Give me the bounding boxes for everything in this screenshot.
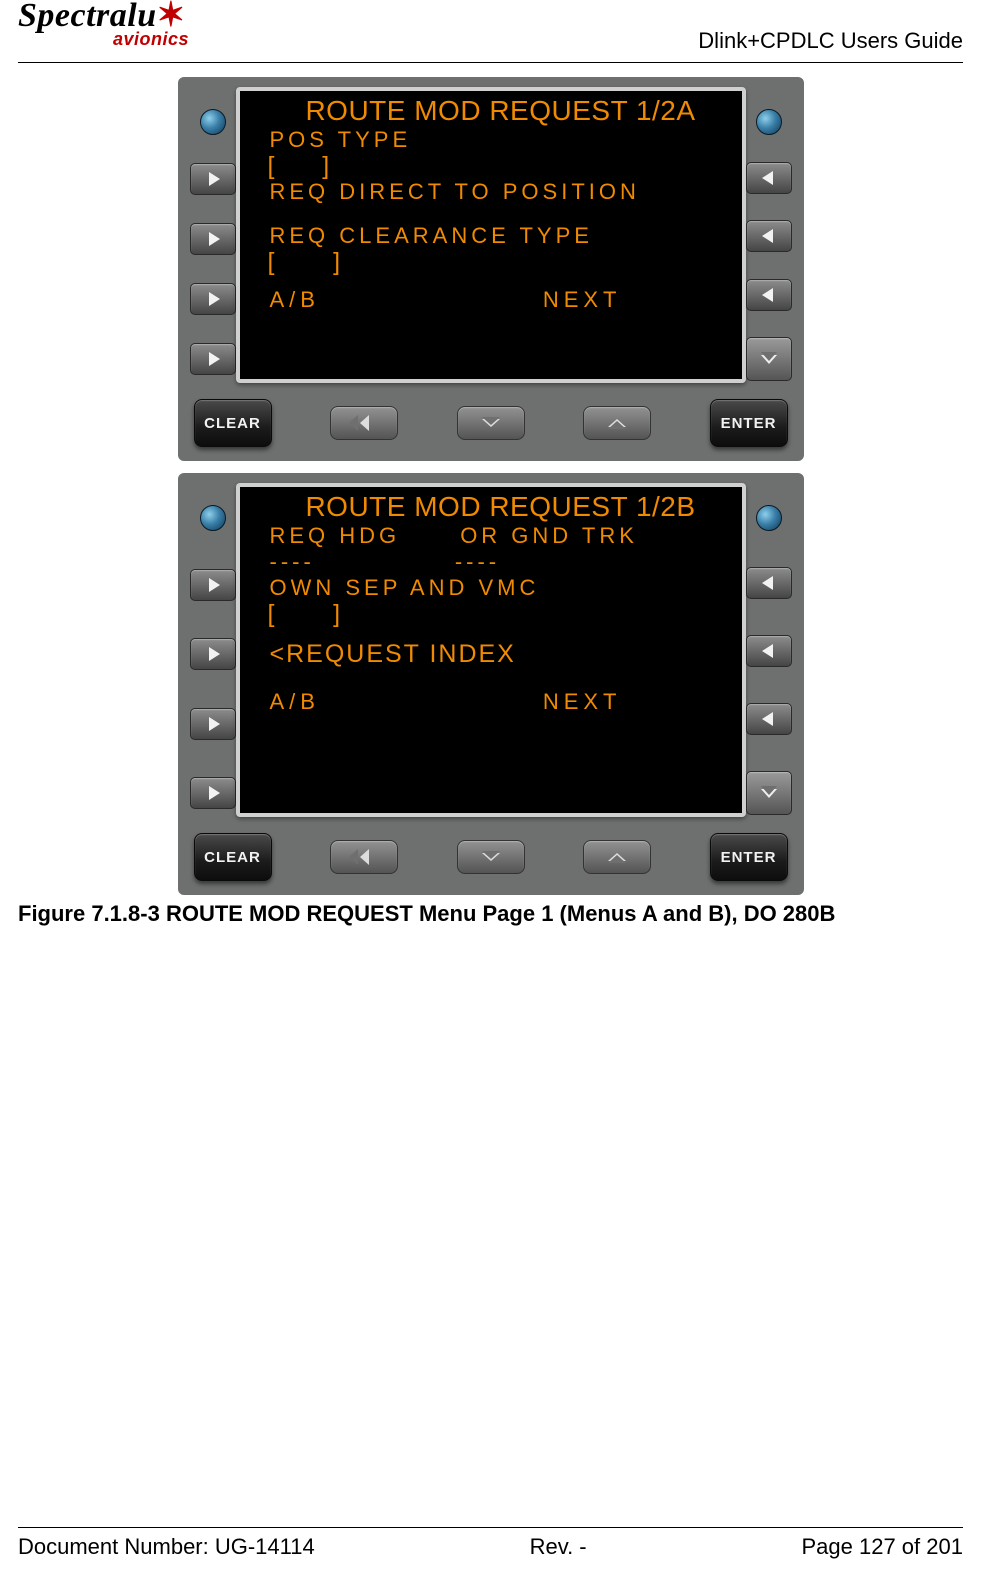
- clear-button[interactable]: CLEAR: [194, 833, 272, 881]
- screen-a: ROUTE MOD REQUEST 1/2A POS TYPE [ ] REQ …: [240, 91, 742, 379]
- clear-label: CLEAR: [204, 849, 261, 866]
- lsk-left-1[interactable]: [190, 569, 236, 601]
- screen-b-own-sep-label: OWN SEP AND VMC: [270, 575, 732, 601]
- screen-b-title: ROUTE MOD REQUEST 1/2B: [270, 491, 732, 523]
- lsk-left-3[interactable]: [190, 708, 236, 740]
- lsk-right-2[interactable]: [746, 635, 792, 667]
- brightness-down-button[interactable]: [746, 771, 792, 815]
- screen-b-field-hdg[interactable]: ----: [270, 549, 315, 575]
- right-buttons-col: [746, 483, 792, 817]
- right-buttons-col: [746, 87, 792, 383]
- nav-up-button[interactable]: [583, 840, 651, 874]
- footer-rev: Rev. -: [530, 1534, 587, 1560]
- lsk-left-3[interactable]: [190, 283, 236, 315]
- screen-b-request-index[interactable]: <REQUEST INDEX: [270, 641, 732, 667]
- screen-a-line4: REQ CLEARANCE TYPE: [270, 223, 732, 249]
- screen-a-field-clearance-type[interactable]: [ ]: [268, 249, 732, 275]
- screen-b-field-own-sep[interactable]: [ ]: [268, 601, 732, 627]
- left-lamp-icon: [200, 109, 226, 135]
- lsk-left-1[interactable]: [190, 163, 236, 195]
- figure-caption: Figure 7.1.8-3 ROUTE MOD REQUEST Menu Pa…: [18, 901, 981, 927]
- lsk-right-3[interactable]: [746, 279, 792, 311]
- screen-b-req-hdg-label: REQ HDG: [270, 523, 401, 549]
- device-panel-a: ROUTE MOD REQUEST 1/2A POS TYPE [ ] REQ …: [178, 77, 804, 461]
- enter-label: ENTER: [721, 849, 777, 866]
- nav-left-button[interactable]: [330, 406, 398, 440]
- brightness-down-button[interactable]: [746, 337, 792, 381]
- nav-left-button[interactable]: [330, 840, 398, 874]
- screen-frame: ROUTE MOD REQUEST 1/2B REQ HDG OR GND TR…: [236, 483, 746, 817]
- screen-b: ROUTE MOD REQUEST 1/2B REQ HDG OR GND TR…: [240, 487, 742, 813]
- screen-a-title: ROUTE MOD REQUEST 1/2A: [270, 95, 732, 127]
- clear-button[interactable]: CLEAR: [194, 399, 272, 447]
- left-buttons-col: [190, 87, 236, 383]
- left-lamp-icon: [200, 505, 226, 531]
- enter-button[interactable]: ENTER: [710, 399, 788, 447]
- lsk-left-4[interactable]: [190, 343, 236, 375]
- lsk-right-3[interactable]: [746, 703, 792, 735]
- screen-a-field-pos-type[interactable]: [ ]: [268, 153, 732, 179]
- screen-frame: ROUTE MOD REQUEST 1/2A POS TYPE [ ] REQ …: [236, 87, 746, 383]
- footer-docnum: Document Number: UG-14114: [18, 1534, 315, 1560]
- clear-label: CLEAR: [204, 415, 261, 432]
- left-buttons-col: [190, 483, 236, 817]
- lsk-left-4[interactable]: [190, 777, 236, 809]
- lsk-left-2[interactable]: [190, 223, 236, 255]
- brand-logo: Spectralu✶ avionics: [18, 0, 248, 51]
- screen-b-or-gnd-trk-label: OR GND TRK: [460, 523, 638, 549]
- right-lamp-icon: [756, 505, 782, 531]
- lsk-right-2[interactable]: [746, 220, 792, 252]
- enter-label: ENTER: [721, 415, 777, 432]
- nav-down-button[interactable]: [457, 840, 525, 874]
- lsk-left-2[interactable]: [190, 638, 236, 670]
- screen-a-ab[interactable]: A/B: [270, 287, 320, 313]
- screen-a-next[interactable]: NEXT: [543, 287, 622, 313]
- page-footer: Document Number: UG-14114 Rev. - Page 12…: [18, 1527, 963, 1560]
- enter-button[interactable]: ENTER: [710, 833, 788, 881]
- screen-b-next[interactable]: NEXT: [543, 689, 622, 715]
- screen-b-ab[interactable]: A/B: [270, 689, 320, 715]
- nav-down-button[interactable]: [457, 406, 525, 440]
- lsk-right-1[interactable]: [746, 567, 792, 599]
- screen-b-field-gnd-trk[interactable]: ----: [455, 549, 500, 575]
- lsk-right-1[interactable]: [746, 162, 792, 194]
- screen-a-line3: REQ DIRECT TO POSITION: [270, 179, 732, 205]
- right-lamp-icon: [756, 109, 782, 135]
- nav-up-button[interactable]: [583, 406, 651, 440]
- device-panel-b: ROUTE MOD REQUEST 1/2B REQ HDG OR GND TR…: [178, 473, 804, 895]
- brand-subtext: avionics: [113, 29, 248, 50]
- document-title: Dlink+CPDLC Users Guide: [698, 28, 963, 54]
- page-header: Spectralu✶ avionics Dlink+CPDLC Users Gu…: [18, 0, 963, 63]
- footer-page: Page 127 of 201: [802, 1534, 963, 1560]
- screen-a-line1: POS TYPE: [270, 127, 732, 153]
